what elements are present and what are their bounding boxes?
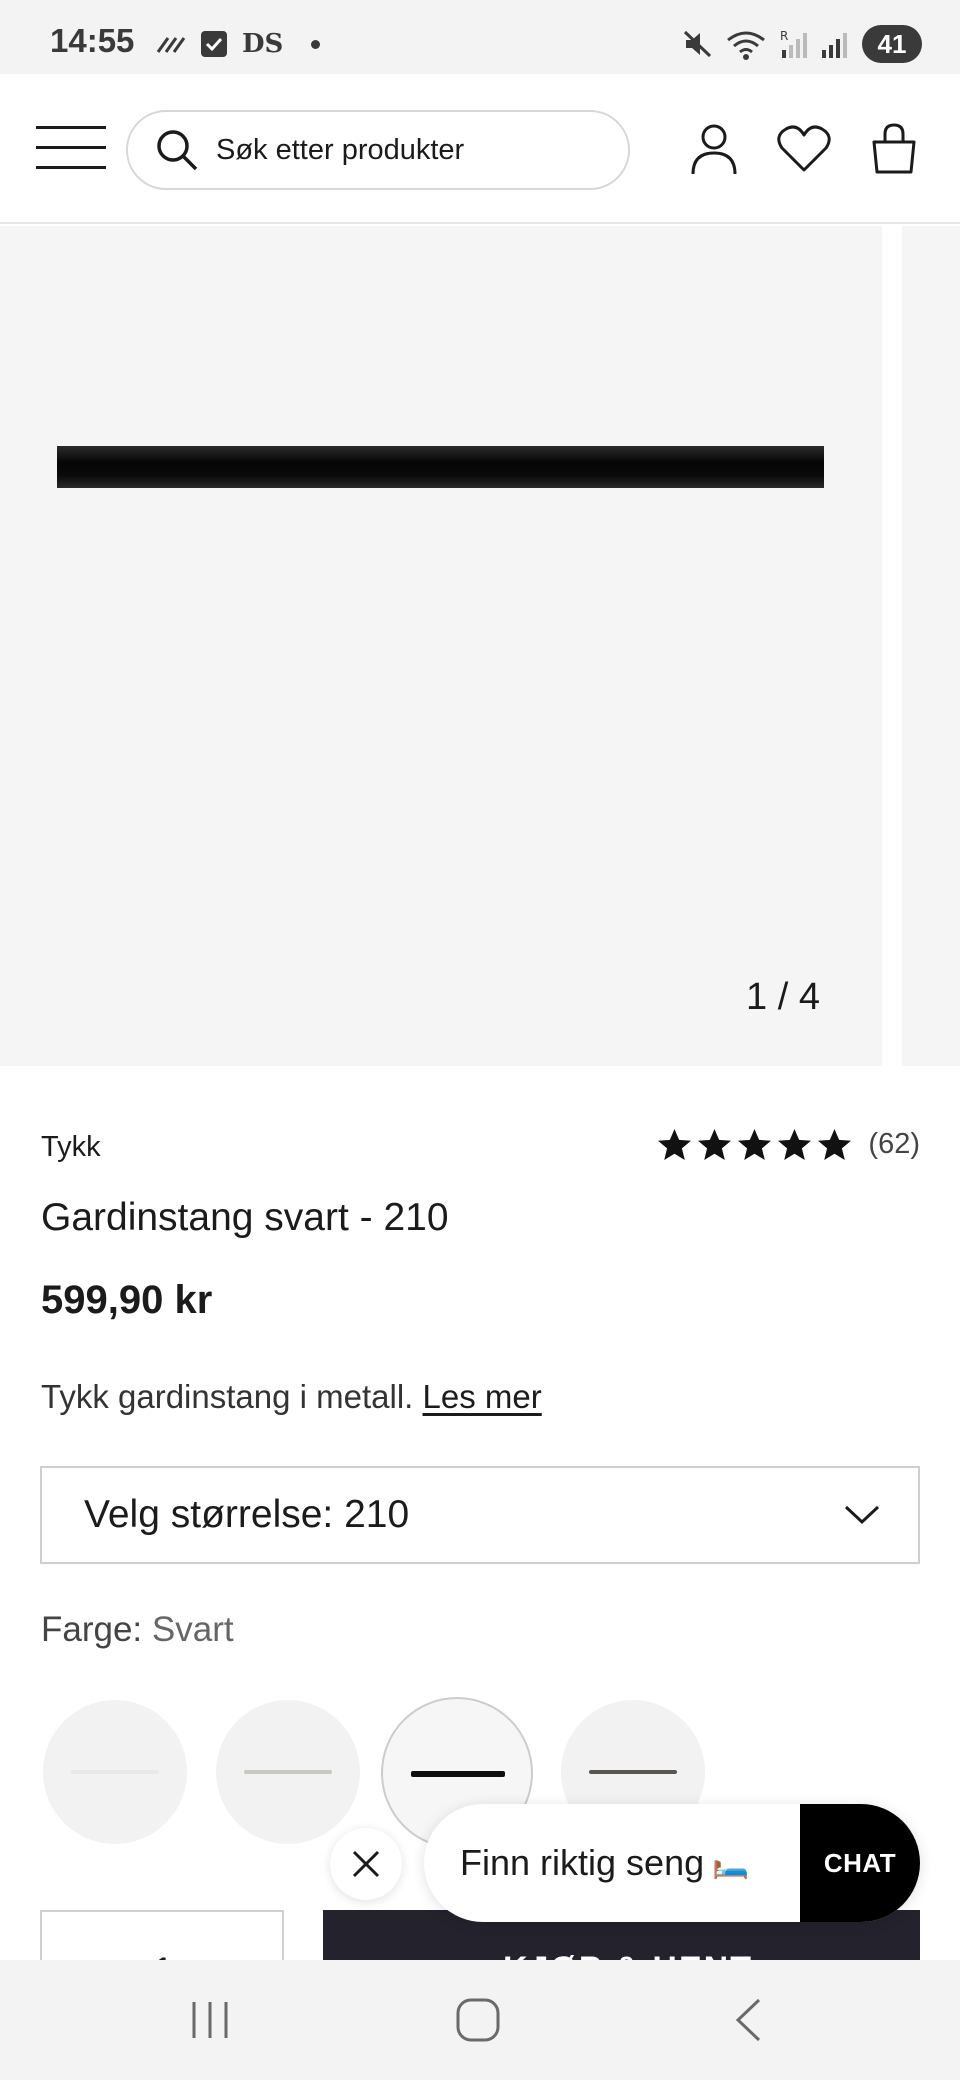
menu-icon-line bbox=[36, 146, 106, 149]
swatch-rod-preview bbox=[71, 1770, 159, 1774]
read-more-link[interactable]: Les mer bbox=[423, 1378, 542, 1415]
chat-promo: Finn riktig seng 🛏️ bbox=[460, 1842, 749, 1884]
description-text: Tykk gardinstang i metall. bbox=[41, 1378, 414, 1415]
search-input[interactable] bbox=[216, 133, 596, 167]
signal-roaming-icon: R bbox=[780, 29, 807, 58]
chat-close-button[interactable] bbox=[330, 1828, 402, 1900]
chat-button[interactable]: CHAT bbox=[800, 1804, 920, 1922]
swatch-rod-preview bbox=[411, 1771, 505, 1777]
wishlist-heart-icon[interactable] bbox=[776, 120, 832, 176]
product-description: Tykk gardinstang i metall. Les mer bbox=[41, 1378, 542, 1416]
mute-icon bbox=[683, 30, 712, 58]
search-icon bbox=[157, 130, 198, 171]
svg-text:R: R bbox=[780, 29, 788, 43]
rating-count: (62) bbox=[868, 1128, 920, 1160]
product-rating[interactable]: (62) bbox=[657, 1128, 920, 1161]
star-icon bbox=[698, 1129, 732, 1160]
search-bar[interactable] bbox=[126, 110, 630, 190]
recents-icon bbox=[192, 2002, 228, 2038]
menu-icon bbox=[36, 126, 106, 129]
size-select-label: Velg størrelse: 210 bbox=[84, 1493, 410, 1536]
product-brand: Tykk bbox=[41, 1131, 101, 1163]
account-icon[interactable] bbox=[686, 120, 742, 176]
back-icon bbox=[735, 1998, 761, 2042]
home-button[interactable] bbox=[448, 1990, 508, 2050]
status-left-icons: DS bbox=[156, 24, 321, 64]
home-icon bbox=[456, 1998, 500, 2042]
swatch-rod-preview bbox=[244, 1770, 332, 1774]
chevron-down-icon bbox=[844, 1505, 880, 1525]
signal-icon bbox=[822, 33, 847, 58]
product-gallery[interactable]: 1 / 4 bbox=[0, 226, 960, 1066]
chat-widget[interactable]: Finn riktig seng 🛏️ CHAT bbox=[424, 1804, 920, 1922]
back-button[interactable] bbox=[718, 1990, 778, 2050]
color-swatch-silver[interactable] bbox=[216, 1700, 360, 1844]
size-select[interactable]: Velg størrelse: 210 bbox=[40, 1466, 920, 1564]
swatch-rod-preview bbox=[589, 1770, 677, 1774]
battery-icon: 41 bbox=[862, 25, 922, 63]
site-header bbox=[0, 74, 960, 224]
color-value: Svart bbox=[151, 1610, 234, 1649]
star-icon bbox=[778, 1129, 812, 1160]
bed-emoji-icon: 🛏️ bbox=[712, 1845, 750, 1881]
dot-icon bbox=[311, 39, 321, 49]
signal-stripe-icon bbox=[156, 37, 186, 53]
menu-button[interactable] bbox=[36, 126, 106, 170]
close-icon bbox=[352, 1850, 380, 1878]
product-title: Gardinstang svart - 210 bbox=[41, 1196, 449, 1239]
gallery-counter: 1 / 4 bbox=[746, 976, 820, 1018]
product-price: 599,90 kr bbox=[41, 1278, 213, 1322]
star-icon bbox=[738, 1129, 772, 1160]
color-line: Farge: Svart bbox=[41, 1610, 234, 1650]
status-time: 14:55 bbox=[50, 22, 135, 59]
menu-icon-line bbox=[36, 166, 106, 169]
star-icon bbox=[658, 1129, 692, 1160]
status-right-icons: R 41 bbox=[682, 24, 922, 64]
product-image-curtain-rod bbox=[57, 446, 824, 488]
recents-button[interactable] bbox=[180, 1990, 240, 2050]
carrier-tag: DS bbox=[242, 29, 284, 59]
wifi-icon bbox=[727, 31, 765, 60]
gallery-slide-next-peek[interactable] bbox=[902, 226, 960, 1066]
status-bar: 14:55 DS R 41 bbox=[0, 0, 960, 74]
gallery-slide-current[interactable]: 1 / 4 bbox=[0, 226, 882, 1066]
color-label: Farge: bbox=[41, 1610, 143, 1649]
color-swatch-white[interactable] bbox=[43, 1700, 187, 1844]
android-nav-bar bbox=[0, 1960, 960, 2080]
chat-promo-text: Finn riktig seng bbox=[460, 1842, 705, 1883]
rating-stars bbox=[657, 1128, 852, 1161]
checkbox-icon bbox=[201, 31, 227, 57]
star-icon bbox=[818, 1129, 852, 1160]
cart-bag-icon[interactable] bbox=[866, 120, 922, 176]
